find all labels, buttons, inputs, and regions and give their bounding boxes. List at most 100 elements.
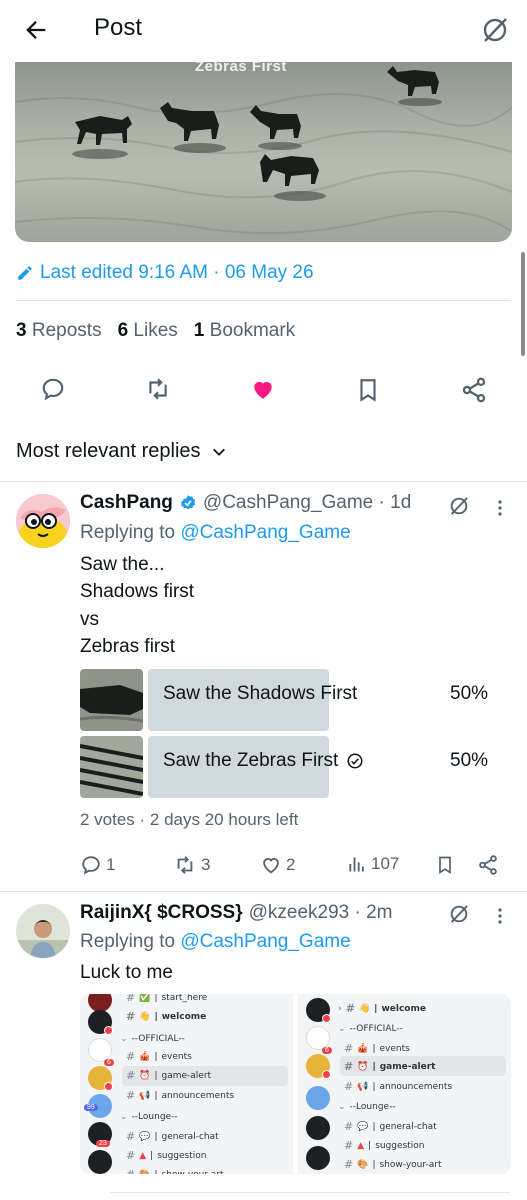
pencil-icon — [18, 266, 32, 280]
attached-image[interactable]: › # 👋 | welcome ⌄ --OFFICIAL-- # 🎪 | events # ⏰ | g… — [298, 994, 511, 1174]
last-edited-text: Last edited 9:16 AM · 06 May 26 — [40, 262, 314, 283]
server-icon — [306, 1086, 330, 1110]
reply-header: CashPang @CashPang_Game · 1d — [80, 492, 411, 514]
channel-row[interactable]: # 🎪 | events — [126, 1050, 192, 1063]
more-options-icon[interactable] — [497, 499, 503, 517]
grok-icon[interactable] — [480, 15, 510, 45]
chevron-down-icon — [212, 448, 225, 456]
channel-row[interactable]: # ⏰ | game-alert — [344, 1060, 435, 1073]
channel-row[interactable]: #🎨|show-your-art — [126, 1168, 224, 1174]
channel-row[interactable]: # ⏰ | game-alert — [126, 1069, 211, 1082]
repost-count[interactable]: 3 — [173, 854, 210, 876]
channel-row[interactable]: # 👋 | welcome — [126, 1010, 206, 1023]
reply-icon — [82, 856, 100, 875]
channel-row[interactable]: # 💬 | general-chat — [126, 1130, 219, 1143]
heart-outline-icon — [263, 858, 279, 874]
notification-dot — [104, 1026, 113, 1035]
channel-row[interactable]: # 📢 | announcements — [126, 1089, 234, 1102]
last-edited[interactable]: Last edited 9:16 AM · 06 May 26 — [16, 262, 314, 284]
category-row[interactable]: ⌄ --Lounge-- — [120, 1112, 178, 1122]
scrollbar[interactable] — [521, 252, 525, 356]
channel-row[interactable]: # 💬 | general-chat — [344, 1120, 437, 1133]
reply-count[interactable]: 1 — [80, 854, 115, 876]
channel-row[interactable]: # ▲ | suggestion — [126, 1149, 206, 1162]
bookmarks-stat[interactable]: 1 Bookmark — [194, 320, 295, 342]
display-name[interactable]: CashPang — [80, 492, 173, 514]
image-watermark: Zebras First — [195, 62, 287, 75]
heart-icon[interactable] — [249, 376, 277, 402]
badge-count: 99 — [84, 1104, 98, 1111]
notification-dot — [322, 1014, 331, 1023]
poll-option-image — [80, 736, 143, 798]
reply-text-line: Zebras first — [80, 636, 176, 657]
server-icon — [88, 1150, 112, 1174]
post-actions — [0, 370, 527, 410]
bottom-bar — [0, 1186, 527, 1200]
repost-icon[interactable] — [144, 376, 172, 402]
handle-timestamp[interactable]: @CashPang_Game · 1d — [203, 492, 411, 514]
more-options-icon[interactable] — [497, 907, 503, 925]
category-row[interactable]: ⌄ --OFFICIAL-- — [338, 1024, 403, 1034]
views-icon — [349, 857, 364, 872]
poll-option-label-selected: Saw the Zebras First — [163, 750, 364, 772]
divider — [16, 300, 511, 301]
top-bar: Post — [0, 0, 527, 62]
badge-count: 23 — [96, 1140, 110, 1147]
attached-image[interactable]: # ✅ | start_here # 👋 | welcome ⌄ --OFFICIAL-- #… — [80, 994, 293, 1174]
page-title: Post — [94, 14, 143, 41]
badge-count: 6 — [104, 1059, 114, 1066]
poll-option-percent: 50% — [450, 683, 489, 704]
reply-text-line: vs — [80, 609, 99, 630]
like-count[interactable]: 2 — [260, 854, 295, 876]
grok-icon[interactable] — [448, 903, 470, 925]
server-icon — [306, 1116, 330, 1140]
poll-meta: 2 votes · 2 days 20 hours left — [80, 810, 299, 829]
replies-sort-label: Most relevant replies — [16, 440, 201, 462]
share-icon[interactable] — [477, 854, 499, 876]
channel-row[interactable]: # ▲ | suggestion — [344, 1139, 424, 1152]
channel-row[interactable]: # 🎪 | events — [344, 1042, 410, 1055]
handle-timestamp[interactable]: @kzeek293 · 2m — [249, 902, 393, 924]
bookmark-icon[interactable] — [435, 854, 455, 876]
grok-icon[interactable] — [448, 495, 470, 517]
post-image[interactable]: Zebras First — [15, 62, 512, 242]
channel-row[interactable]: # 📢 | announcements — [344, 1080, 452, 1093]
reposts-stat[interactable]: 3 Reposts — [16, 320, 102, 342]
replying-to-link[interactable]: @CashPang_Game — [180, 522, 350, 543]
replying-to-link[interactable]: @CashPang_Game — [180, 931, 350, 952]
poll-option-image — [80, 669, 143, 731]
category-row[interactable]: ⌄ --Lounge-- — [338, 1102, 396, 1112]
reply-text: Luck to me — [80, 962, 173, 983]
replies-sort-dropdown[interactable]: Most relevant replies — [16, 440, 227, 463]
verified-badge-icon — [180, 495, 196, 510]
category-row[interactable]: ⌄ --OFFICIAL-- — [120, 1034, 185, 1044]
channel-row[interactable]: › # 👋 | welcome — [338, 1002, 426, 1015]
back-arrow-icon[interactable] — [22, 16, 50, 44]
reply-header: RaijinX{ $CROSS} @kzeek293 · 2m — [80, 902, 393, 924]
likes-stat[interactable]: 6 Likes — [118, 320, 178, 342]
reply-actions: 1 3 2 107 — [80, 852, 510, 880]
channel-row[interactable]: # ✅ | start_here — [126, 994, 207, 1004]
notification-dot — [322, 1070, 331, 1079]
poll-option-label: Saw the Zebras First — [163, 750, 339, 771]
avatar[interactable] — [16, 494, 70, 548]
replying-to: Replying to @CashPang_Game — [80, 522, 351, 543]
notification-dot — [104, 1082, 113, 1091]
badge-count: 6 — [322, 1047, 332, 1054]
display-name[interactable]: RaijinX{ $CROSS} — [80, 902, 243, 924]
divider — [0, 481, 527, 482]
reply-text-line: Shadows first — [80, 581, 195, 602]
server-icon — [306, 1146, 330, 1170]
share-icon[interactable] — [460, 376, 488, 404]
post-stats: 3 Reposts 6 Likes 1 Bookmark — [16, 320, 295, 342]
views-count[interactable]: 107 — [347, 854, 399, 874]
avatar[interactable] — [16, 904, 70, 958]
poll-option-label: Saw the Shadows First — [163, 683, 358, 704]
channel-row[interactable]: #🎨|show-your-art — [344, 1158, 442, 1171]
check-circle-icon — [347, 753, 363, 769]
repost-icon — [177, 856, 193, 874]
divider — [0, 891, 527, 892]
reply-icon[interactable] — [40, 376, 66, 402]
bookmark-icon[interactable] — [355, 376, 381, 404]
replying-to: Replying to @CashPang_Game — [80, 931, 351, 952]
